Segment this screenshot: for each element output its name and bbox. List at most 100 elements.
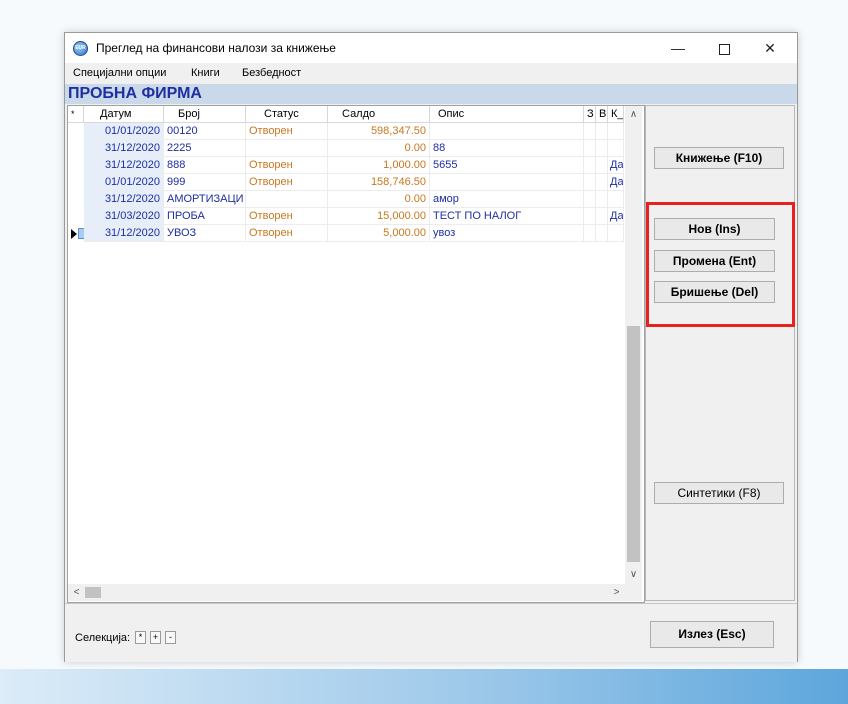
maximize-button[interactable] — [701, 33, 747, 63]
cell-v[interactable] — [596, 140, 608, 157]
header-k[interactable]: К_ — [608, 106, 624, 122]
selection-label: Селекција: — [75, 632, 131, 644]
cell-status[interactable]: Отворен — [246, 208, 328, 225]
cell-z[interactable] — [584, 191, 596, 208]
cell-status[interactable]: Отворен — [246, 123, 328, 140]
cell-v[interactable] — [596, 157, 608, 174]
row-indicator[interactable] — [68, 157, 84, 174]
cell-k[interactable] — [608, 123, 624, 140]
cell-v[interactable] — [596, 225, 608, 242]
cell-date[interactable]: 31/12/2020 — [84, 140, 164, 157]
cell-number[interactable]: 00120 — [164, 123, 246, 140]
cell-number[interactable]: УВОЗ — [164, 225, 246, 242]
row-indicator[interactable] — [68, 208, 84, 225]
cell-z[interactable] — [584, 157, 596, 174]
header-status[interactable]: Статус — [246, 106, 328, 122]
cell-date[interactable]: 31/12/2020 — [84, 225, 164, 242]
scroll-right-icon[interactable]: > — [608, 584, 625, 601]
scroll-up-icon[interactable]: ∧ — [625, 106, 642, 123]
cell-date[interactable]: 01/01/2020 — [84, 174, 164, 191]
synthetics-button[interactable]: Синтетики (F8) — [654, 482, 784, 504]
cell-status[interactable]: Отворен — [246, 174, 328, 191]
exit-button[interactable]: Излез (Esc) — [650, 621, 774, 648]
cell-balance[interactable]: 15,000.00 — [328, 208, 430, 225]
cell-description[interactable]: увоз — [430, 225, 584, 242]
cell-description[interactable]: амор — [430, 191, 584, 208]
cell-k[interactable]: Да — [608, 157, 624, 174]
header-balance[interactable]: Салдо — [328, 106, 430, 122]
orders-grid[interactable]: * Датум Број Статус Салдо Опис З В К_ 01… — [67, 105, 645, 603]
cell-number[interactable]: 888 — [164, 157, 246, 174]
cell-v[interactable] — [596, 123, 608, 140]
table-row[interactable]: 31/12/2020 УВОЗ Отворен 5,000.00 увоз — [68, 225, 624, 242]
table-row[interactable]: 01/01/2020 999 Отворен 158,746.50 Да — [68, 174, 624, 191]
cell-k[interactable] — [608, 140, 624, 157]
cell-number[interactable]: АМОРТИЗАЦИ — [164, 191, 246, 208]
header-description[interactable]: Опис — [430, 106, 584, 122]
cell-v[interactable] — [596, 174, 608, 191]
cell-status[interactable] — [246, 191, 328, 208]
cell-description[interactable] — [430, 123, 584, 140]
select-add-button[interactable]: + — [150, 631, 161, 644]
cell-number[interactable]: 999 — [164, 174, 246, 191]
cell-description[interactable]: ТЕСТ ПО НАЛОГ — [430, 208, 584, 225]
cell-k[interactable] — [608, 191, 624, 208]
cell-status[interactable] — [246, 140, 328, 157]
cell-description[interactable]: 88 — [430, 140, 584, 157]
cell-status[interactable]: Отворен — [246, 225, 328, 242]
cell-description[interactable]: 5655 — [430, 157, 584, 174]
cell-number[interactable]: ПРОБА — [164, 208, 246, 225]
header-z[interactable]: З — [584, 106, 596, 122]
table-row[interactable]: 31/12/2020 АМОРТИЗАЦИ 0.00 амор — [68, 191, 624, 208]
row-indicator[interactable] — [68, 140, 84, 157]
table-row[interactable]: 31/03/2020 ПРОБА Отворен 15,000.00 ТЕСТ ПО Н… — [68, 208, 624, 225]
cell-balance[interactable]: 5,000.00 — [328, 225, 430, 242]
minimize-button[interactable]: — — [655, 33, 701, 63]
cell-date[interactable]: 31/12/2020 — [84, 191, 164, 208]
cell-v[interactable] — [596, 191, 608, 208]
row-indicator[interactable] — [68, 123, 84, 140]
cell-date[interactable]: 01/01/2020 — [84, 123, 164, 140]
horizontal-scroll-thumb[interactable] — [85, 587, 101, 598]
menu-security[interactable]: Безбедност — [242, 67, 301, 79]
vertical-scrollbar[interactable]: ∧ ∨ — [625, 106, 642, 584]
cell-balance[interactable]: 158,746.50 — [328, 174, 430, 191]
cell-z[interactable] — [584, 140, 596, 157]
menu-books[interactable]: Книги — [191, 67, 220, 79]
cell-z[interactable] — [584, 208, 596, 225]
cell-z[interactable] — [584, 225, 596, 242]
cell-k[interactable]: Да — [608, 208, 624, 225]
table-row[interactable]: 31/12/2020 888 Отворен 1,000.00 5655 Да — [68, 157, 624, 174]
select-all-button[interactable]: * — [135, 631, 146, 644]
header-number[interactable]: Број — [164, 106, 246, 122]
cell-date[interactable]: 31/12/2020 — [84, 157, 164, 174]
cell-k[interactable]: Да — [608, 174, 624, 191]
cell-balance[interactable]: 0.00 — [328, 191, 430, 208]
cell-balance[interactable]: 598,347.50 — [328, 123, 430, 140]
header-date[interactable]: Датум — [84, 106, 164, 122]
header-v[interactable]: В — [596, 106, 608, 122]
close-button[interactable]: ✕ — [747, 33, 793, 63]
scroll-down-icon[interactable]: ∨ — [625, 566, 642, 583]
scroll-left-icon[interactable]: < — [68, 584, 85, 601]
cell-status[interactable]: Отворен — [246, 157, 328, 174]
table-row[interactable]: 31/12/2020 2225 0.00 88 — [68, 140, 624, 157]
post-button[interactable]: Книжење (F10) — [654, 147, 784, 169]
cell-number[interactable]: 2225 — [164, 140, 246, 157]
menu-special-options[interactable]: Специјални опции — [73, 67, 166, 79]
cell-z[interactable] — [584, 123, 596, 140]
vertical-scroll-thumb[interactable] — [627, 326, 640, 562]
horizontal-scrollbar[interactable]: < > — [68, 584, 642, 601]
row-indicator[interactable] — [68, 225, 89, 242]
cell-v[interactable] — [596, 208, 608, 225]
cell-balance[interactable]: 0.00 — [328, 140, 430, 157]
cell-date[interactable]: 31/03/2020 — [84, 208, 164, 225]
row-indicator[interactable] — [68, 174, 84, 191]
cell-description[interactable] — [430, 174, 584, 191]
cell-balance[interactable]: 1,000.00 — [328, 157, 430, 174]
cell-z[interactable] — [584, 174, 596, 191]
table-row[interactable]: 01/01/2020 00120 Отворен 598,347.50 — [68, 123, 624, 140]
select-remove-button[interactable]: - — [165, 631, 176, 644]
cell-k[interactable] — [608, 225, 624, 242]
row-indicator[interactable] — [68, 191, 84, 208]
